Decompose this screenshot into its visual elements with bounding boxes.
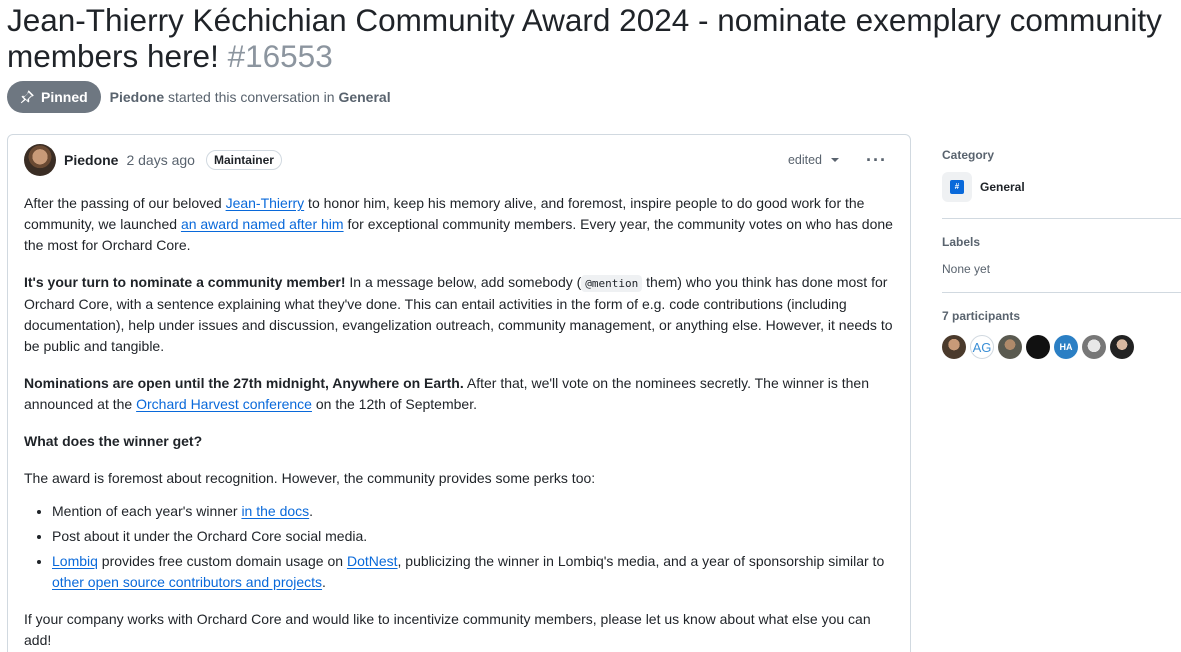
edited-label: edited xyxy=(787,153,823,167)
post-header: Piedone 2 days ago Maintainer edited ··· xyxy=(24,144,894,176)
participant-avatars: AG HA xyxy=(942,335,1181,359)
labels-heading: Labels xyxy=(942,235,981,249)
discussion-post: Piedone 2 days ago Maintainer edited ···… xyxy=(7,134,911,652)
avatar[interactable] xyxy=(24,144,56,176)
post-author[interactable]: Piedone xyxy=(64,152,118,168)
category-heading: Category xyxy=(942,148,995,162)
edited-dropdown[interactable]: edited xyxy=(787,153,840,167)
chevron-down-icon xyxy=(831,158,840,162)
text: provides free custom domain usage on xyxy=(97,553,347,569)
text: . xyxy=(322,574,326,590)
discussion-title-text: Jean-Thierry Kéchichian Community Award … xyxy=(7,2,1162,74)
avatar[interactable] xyxy=(998,335,1022,359)
avatar[interactable]: AG xyxy=(970,335,994,359)
participants-heading: 7 participants xyxy=(942,309,1021,323)
paragraph-intro: After the passing of our beloved Jean-Th… xyxy=(24,193,896,256)
bold-text: What does the winner get? xyxy=(24,433,203,449)
lombiq-link[interactable]: Lombiq xyxy=(52,553,98,569)
bold-text: Nominations are open until the 27th midn… xyxy=(24,375,464,391)
started-text: started this conversation in xyxy=(168,89,335,105)
pinned-badge: Pinned xyxy=(7,81,101,113)
text: . xyxy=(309,503,314,519)
avatar[interactable]: HA xyxy=(1054,335,1078,359)
list-item: Lombiq provides free custom domain usage… xyxy=(52,551,896,593)
paragraph-nominate: It's your turn to nominate a community m… xyxy=(24,272,896,357)
labels-section: Labels None yet xyxy=(942,219,1181,292)
mention-code: @mention xyxy=(581,275,643,292)
discussion-title: Jean-Thierry Kéchichian Community Award … xyxy=(7,2,1181,74)
avatar[interactable] xyxy=(1110,335,1134,359)
started-by-text: Piedone started this conversation in Gen… xyxy=(110,89,391,105)
text: Mention of each year's winner xyxy=(52,503,242,519)
heading-winner: What does the winner get? xyxy=(24,431,896,452)
pinned-label: Pinned xyxy=(41,89,88,105)
text: , publicizing the winner in Lombiq's med… xyxy=(397,553,885,569)
hash-icon: # xyxy=(942,172,972,202)
more-options-button[interactable]: ··· xyxy=(866,151,887,169)
text: In a message below, add somebody ( xyxy=(345,274,582,290)
category-link[interactable]: General xyxy=(338,89,390,105)
perks-list: Mention of each year's winner in the doc… xyxy=(52,501,896,593)
paragraph-deadline: Nominations are open until the 27th midn… xyxy=(24,373,896,415)
list-item: Mention of each year's winner in the doc… xyxy=(52,501,896,522)
avatar[interactable] xyxy=(942,335,966,359)
paragraph-company: If your company works with Orchard Core … xyxy=(24,611,871,648)
category-name: General xyxy=(980,180,1025,194)
starter-link[interactable]: Piedone xyxy=(110,89,164,105)
pin-icon xyxy=(20,90,34,104)
labels-value: None yet xyxy=(942,262,991,276)
bold-text: It's your turn to nominate a community m… xyxy=(24,274,346,290)
text: on the 12th of September. xyxy=(311,396,477,412)
text: After the passing of our beloved xyxy=(24,195,226,211)
docs-link[interactable]: in the docs xyxy=(241,503,309,519)
sidebar: Category # General Labels None yet 7 par… xyxy=(942,148,1181,375)
maintainer-badge: Maintainer xyxy=(205,150,282,170)
list-item: Post about it under the Orchard Core soc… xyxy=(52,526,896,547)
post-body: After the passing of our beloved Jean-Th… xyxy=(24,193,896,652)
participants-section: 7 participants AG HA xyxy=(942,293,1181,375)
avatar[interactable] xyxy=(1026,335,1050,359)
discussion-number: #16553 xyxy=(227,38,333,74)
award-link[interactable]: an award named after him xyxy=(181,216,344,232)
jean-thierry-link[interactable]: Jean-Thierry xyxy=(226,195,305,211)
orchard-harvest-link[interactable]: Orchard Harvest conference xyxy=(136,396,312,412)
paragraph-recognition: The award is foremost about recognition.… xyxy=(24,470,596,486)
post-timestamp[interactable]: 2 days ago xyxy=(126,152,195,168)
avatar[interactable] xyxy=(1082,335,1106,359)
discussion-meta: Pinned Piedone started this conversation… xyxy=(7,81,391,113)
category-item[interactable]: # General xyxy=(942,172,1181,202)
dotnest-link[interactable]: DotNest xyxy=(347,553,398,569)
sponsorship-link[interactable]: other open source contributors and proje… xyxy=(52,574,322,590)
